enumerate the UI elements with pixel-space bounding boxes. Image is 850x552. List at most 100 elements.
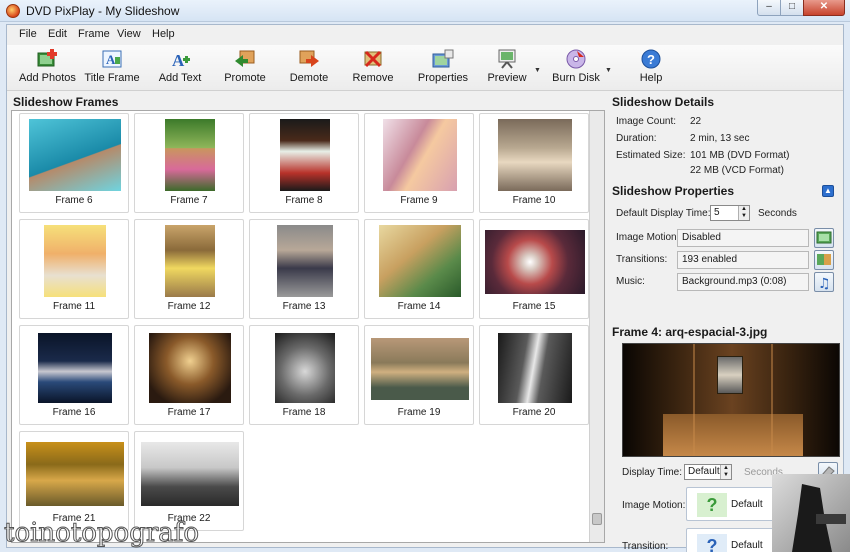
menu-bar: File Edit Frame View Help xyxy=(7,25,843,45)
frame-tile[interactable]: Frame 7 xyxy=(134,113,244,213)
frame-thumbnail xyxy=(149,333,231,403)
music-note-icon[interactable]: ♫ xyxy=(814,272,834,292)
frame-tile[interactable]: Frame 11 xyxy=(19,219,129,319)
svg-text:♫: ♫ xyxy=(818,276,831,291)
frame-thumbnail xyxy=(280,119,330,191)
main-window: File Edit Frame View Help Add Photos A T… xyxy=(6,24,844,552)
frame-transition-value: Default xyxy=(731,540,763,551)
frame-tile[interactable]: Frame 10 xyxy=(479,113,589,213)
frame-thumbnail xyxy=(275,333,335,403)
frame-tile[interactable]: Frame 9 xyxy=(364,113,474,213)
watermark-text: toinotopografo xyxy=(3,518,200,549)
size-label: Estimated Size: xyxy=(616,150,686,161)
frame-thumbnail xyxy=(165,225,215,297)
frame-thumbnail xyxy=(379,225,461,297)
svg-text:?: ? xyxy=(647,52,655,67)
frame-label: Frame 12 xyxy=(167,301,211,312)
frame-tile[interactable]: Frame 20 xyxy=(479,325,589,425)
frame-label: Frame 15 xyxy=(512,301,556,312)
title-frame-button[interactable]: A Title Frame xyxy=(83,47,141,89)
preview-button[interactable]: Preview xyxy=(485,47,529,89)
menu-frame[interactable]: Frame xyxy=(78,28,110,40)
burn-disk-dropdown-arrow[interactable]: ▼ xyxy=(605,67,612,74)
remove-button[interactable]: Remove xyxy=(351,47,395,89)
svg-text:A: A xyxy=(106,52,116,67)
frame-tile[interactable]: Frame 14 xyxy=(364,219,474,319)
frame-label: Frame 8 xyxy=(285,195,323,206)
properties-button[interactable]: Properties xyxy=(415,47,471,89)
frame-transition-label: Transition: xyxy=(622,541,669,552)
help-icon: ? xyxy=(640,49,662,69)
frame-image-motion-value: Default xyxy=(731,499,763,510)
frame-thumbnail xyxy=(383,119,457,191)
preview-dropdown-arrow[interactable]: ▼ xyxy=(534,67,541,74)
frame-thumbnail xyxy=(29,119,121,191)
transitions-field[interactable]: 193 enabled xyxy=(677,251,809,269)
frame-label: Frame 7 xyxy=(170,195,208,206)
frame-thumbnail xyxy=(141,442,239,506)
frame-label: Frame 9 xyxy=(400,195,438,206)
music-field[interactable]: Background.mp3 (0:08) xyxy=(677,273,809,291)
frame-tile[interactable]: Frame 17 xyxy=(134,325,244,425)
minimize-button[interactable]: – xyxy=(757,0,781,16)
image-count-label: Image Count: xyxy=(616,116,677,127)
add-text-button[interactable]: A Add Text xyxy=(155,47,205,89)
frame-tile[interactable]: Frame 6 xyxy=(19,113,129,213)
image-motion-label: Image Motion: xyxy=(616,232,680,243)
frame-display-time-value: Default xyxy=(688,466,720,477)
add-photos-icon xyxy=(36,49,58,69)
frame-tile[interactable]: Frame 8 xyxy=(249,113,359,213)
preview-icon xyxy=(496,49,518,69)
frame-display-time-input[interactable]: Default ▲ ▼ xyxy=(684,464,732,480)
frame-tile[interactable]: Frame 18 xyxy=(249,325,359,425)
frame-tile[interactable]: Frame 12 xyxy=(134,219,244,319)
properties-title: Slideshow Properties xyxy=(612,184,735,198)
frame-tile[interactable]: Frame 16 xyxy=(19,325,129,425)
burn-disk-icon xyxy=(565,49,587,69)
help-button[interactable]: ? Help xyxy=(633,47,669,89)
title-bar: DVD PixPlay - My Slideshow – □ ✕ xyxy=(0,0,850,22)
size-dvd-value: 101 MB (DVD Format) xyxy=(690,150,790,161)
promote-button[interactable]: Promote xyxy=(221,47,269,89)
properties-icon xyxy=(432,49,454,69)
frame-preview-image xyxy=(622,343,840,457)
burn-disk-button[interactable]: Burn Disk xyxy=(551,47,601,89)
add-photos-button[interactable]: Add Photos xyxy=(19,47,76,89)
spin-arrows-icon[interactable]: ▲ ▼ xyxy=(738,206,749,220)
watermark-photo xyxy=(772,474,850,552)
transitions-settings-icon[interactable] xyxy=(814,250,834,270)
size-vcd-value: 22 MB (VCD Format) xyxy=(690,165,784,176)
image-motion-field[interactable]: Disabled xyxy=(677,229,809,247)
menu-help[interactable]: Help xyxy=(152,28,175,40)
frames-grid: Frame 6 Frame 7 Frame 8 Frame 9 Frame 10… xyxy=(11,110,605,543)
collapse-icon[interactable]: ▲ xyxy=(822,185,834,197)
toolbar: Add Photos A Title Frame A Add Text Prom… xyxy=(7,45,843,91)
frame-label: Frame 19 xyxy=(397,407,441,418)
menu-edit[interactable]: Edit xyxy=(48,28,67,40)
spin-arrows-icon[interactable]: ▲ ▼ xyxy=(720,465,731,479)
scrollbar-thumb[interactable] xyxy=(592,513,602,525)
frame-tile[interactable]: Frame 15 xyxy=(479,219,589,319)
frame-tile[interactable]: Frame 19 xyxy=(364,325,474,425)
duration-value: 2 min, 13 sec xyxy=(690,133,750,144)
image-motion-settings-icon[interactable] xyxy=(814,228,834,248)
display-time-input[interactable]: 5 ▲ ▼ xyxy=(710,205,750,221)
frame-tile[interactable]: Frame 22 xyxy=(134,431,244,531)
remove-icon xyxy=(362,49,384,69)
menu-file[interactable]: File xyxy=(19,28,37,40)
transitions-label: Transitions: xyxy=(616,254,668,265)
frame-tile[interactable]: Frame 13 xyxy=(249,219,359,319)
seconds-label: Seconds xyxy=(758,208,797,219)
window-title: DVD PixPlay - My Slideshow xyxy=(26,4,180,18)
frames-scrollbar[interactable] xyxy=(589,111,604,542)
demote-button[interactable]: Demote xyxy=(287,47,331,89)
menu-view[interactable]: View xyxy=(117,28,141,40)
frame-label: Frame 14 xyxy=(397,301,441,312)
close-button[interactable]: ✕ xyxy=(803,0,845,16)
demote-icon xyxy=(298,49,320,69)
maximize-button[interactable]: □ xyxy=(780,0,804,16)
display-time-value: 5 xyxy=(714,207,720,218)
frame-tile[interactable]: Frame 21 xyxy=(19,431,129,531)
image-count-value: 22 xyxy=(690,116,702,127)
frame-label: Frame 11 xyxy=(52,301,96,312)
